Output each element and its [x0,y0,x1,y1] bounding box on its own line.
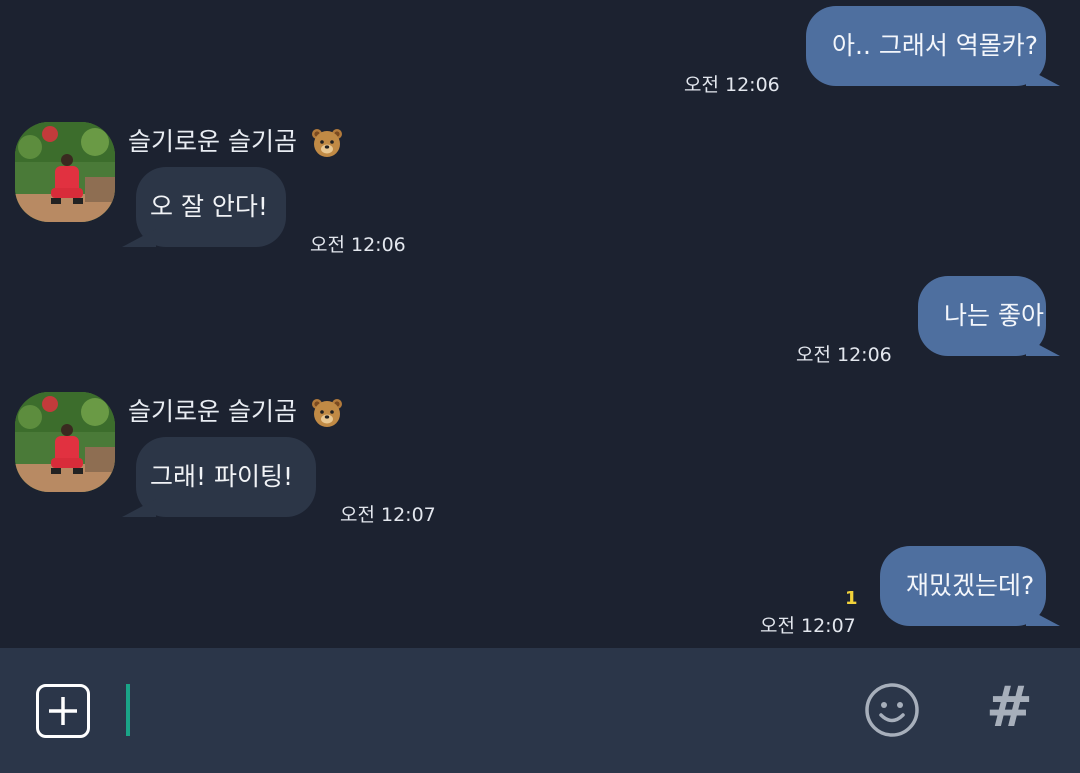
message-text: 재밌겠는데? [906,571,1035,600]
chat-log: 아.. 그래서 역몰카? 오전 12:06 슬기로운 슬기곰 오 잘 안다! 오… [0,0,1080,648]
bubble-tail [1026,338,1060,356]
outgoing-bubble[interactable]: 나는 좋아 [918,276,1060,356]
message-time: 오전 12:07 [340,504,436,526]
message-time: 오전 12:06 [796,344,892,366]
outgoing-bubble[interactable]: 재밌겠는데? [880,546,1060,626]
avatar-photo [15,392,115,492]
message-time: 오전 12:07 [760,615,856,637]
incoming-bubble[interactable]: 오 잘 안다! [122,167,286,247]
message-text: 나는 좋아 [944,301,1044,330]
bubble-tail [1026,608,1060,626]
outgoing-bubble[interactable]: 아.. 그래서 역몰카? [806,6,1060,86]
message-text: 아.. 그래서 역몰카? [832,31,1039,60]
text-input-caret[interactable] [126,684,130,736]
message-text: 오 잘 안다! [150,192,268,221]
bubble-tail [1026,68,1060,86]
message-input-bar: # [0,648,1080,773]
plus-box-icon[interactable] [36,684,90,738]
sender-name: 슬기로운 슬기곰 [128,122,343,158]
incoming-bubble[interactable]: 그래! 파이팅! [122,437,316,517]
hash-icon[interactable]: # [986,678,1033,738]
bubble-tail [122,499,156,517]
unread-count: 1 [845,588,858,609]
message-time: 오전 12:06 [310,234,406,256]
avatar[interactable] [15,122,115,222]
smiley-icon[interactable] [864,682,920,738]
avatar-photo [15,122,115,222]
message-time: 오전 12:06 [684,74,780,96]
bubble-tail [122,229,156,247]
message-text: 그래! 파이팅! [150,462,293,491]
avatar[interactable] [15,392,115,492]
bear-face-icon [311,129,342,157]
sender-name: 슬기로운 슬기곰 [128,392,343,428]
bear-face-icon [311,399,342,427]
